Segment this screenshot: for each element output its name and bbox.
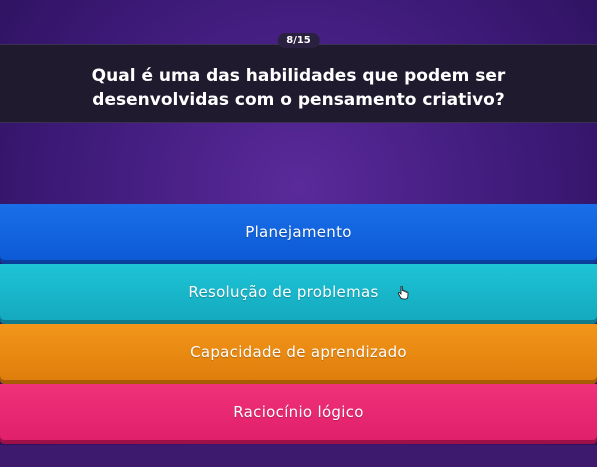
answer-option-4[interactable]: Raciocínio lógico xyxy=(0,384,597,440)
answer-option-3[interactable]: Capacidade de aprendizado xyxy=(0,324,597,380)
answer-label: Planejamento xyxy=(245,223,352,241)
question-counter: 8/15 xyxy=(277,33,320,48)
question-text: Qual é uma das habilidades que podem ser… xyxy=(91,65,506,110)
answer-label: Resolução de problemas xyxy=(188,283,379,301)
hand-pointer-icon xyxy=(397,285,409,300)
answer-option-1[interactable]: Planejamento xyxy=(0,204,597,260)
answer-option-2[interactable]: Resolução de problemas xyxy=(0,264,597,320)
bottom-strip xyxy=(0,445,597,467)
answer-label: Raciocínio lógico xyxy=(233,403,364,421)
answer-label: Capacidade de aprendizado xyxy=(190,343,407,361)
question-panel: Qual é uma das habilidades que podem ser… xyxy=(0,44,597,123)
